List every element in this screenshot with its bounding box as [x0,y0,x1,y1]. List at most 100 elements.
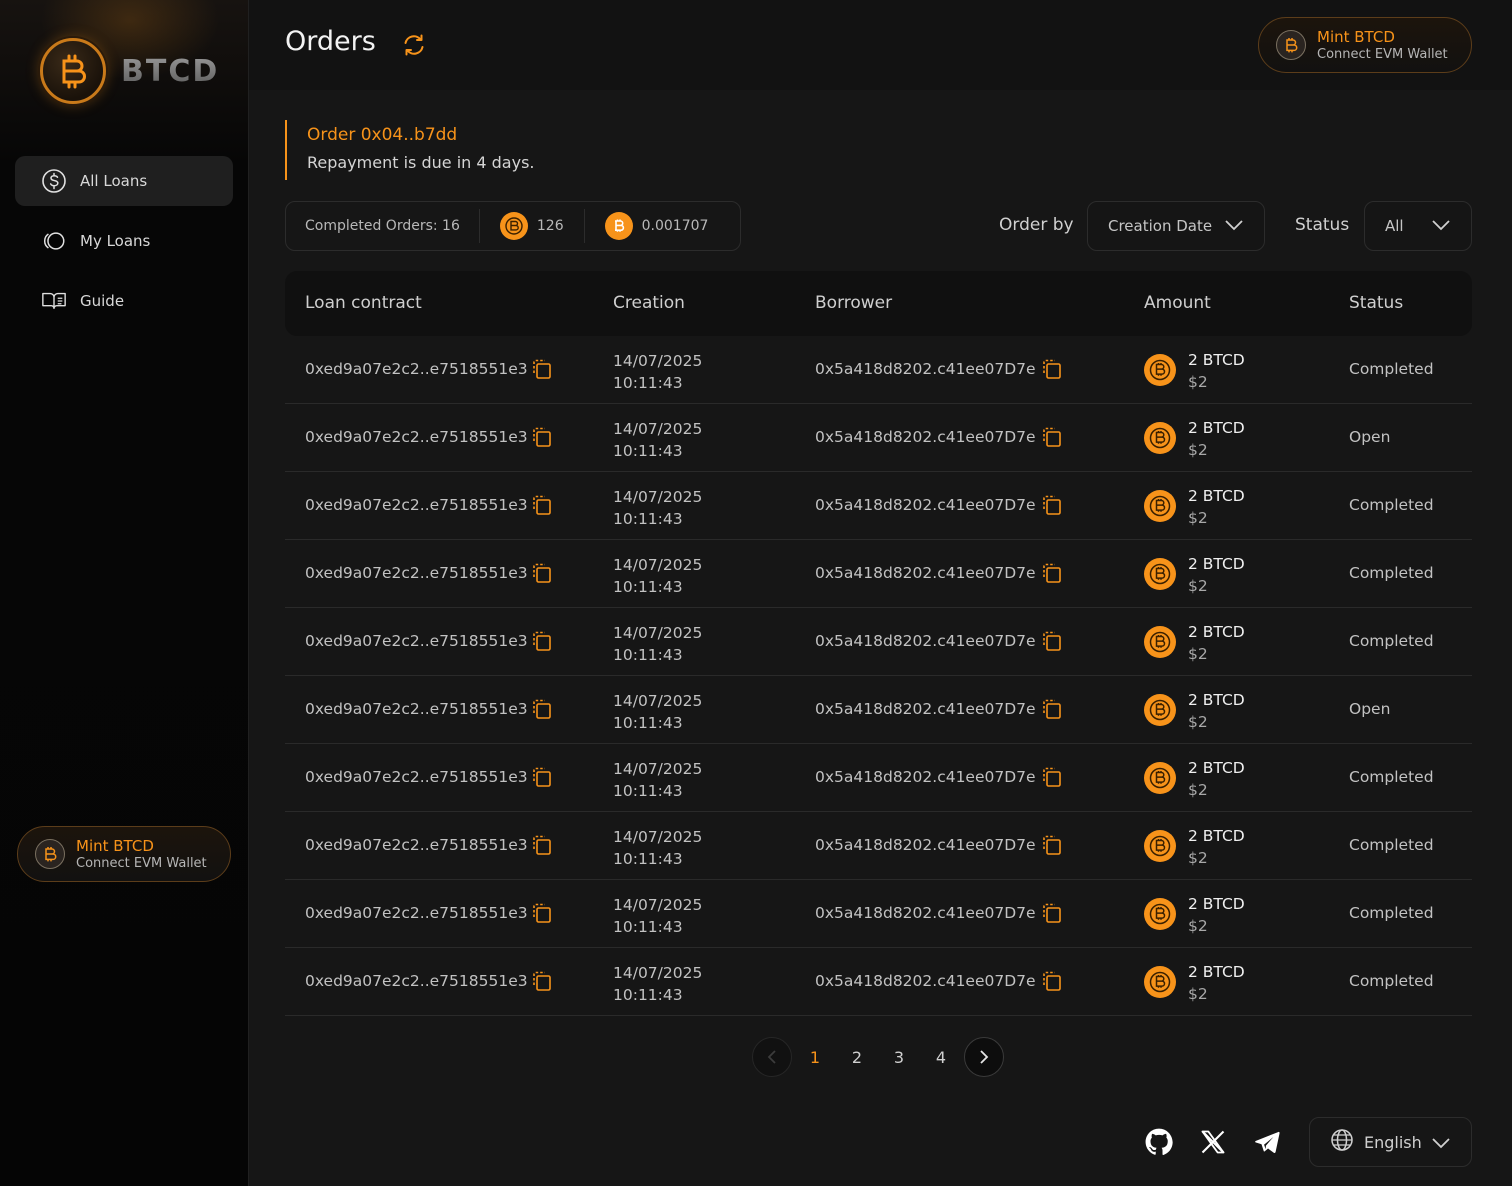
copy-icon[interactable] [531,630,553,652]
borrower-address[interactable]: 0x5a418d8202.c41ee07D7e [815,768,1036,786]
borrower-address[interactable]: 0x5a418d8202.c41ee07D7e [815,360,1036,378]
copy-icon[interactable] [1041,698,1063,720]
amount-usd: $2 [1188,781,1208,799]
sidebar-item-my-loans[interactable]: My Loans [15,216,233,266]
borrower-address[interactable]: 0x5a418d8202.c41ee07D7e [815,972,1036,990]
copy-icon[interactable] [531,562,553,584]
loan-amount: 2 BTCD $2 [1188,757,1245,801]
btcd-coin-icon [1144,830,1176,862]
borrower-address[interactable]: 0x5a418d8202.c41ee07D7e [815,428,1036,446]
next-page-button[interactable] [964,1037,1004,1077]
copy-icon[interactable] [531,698,553,720]
sidebar-item-guide[interactable]: Guide [15,276,233,326]
borrower-address[interactable]: 0x5a418d8202.c41ee07D7e [815,632,1036,650]
mint-btcd-header-button[interactable]: Mint BTCD Connect EVM Wallet [1258,17,1472,73]
page-title: Orders [285,26,376,57]
table-row[interactable]: 0xed9a07e2c2..e7518551e3 14/07/2025 10:1… [285,744,1472,812]
copy-icon[interactable] [1041,766,1063,788]
loan-contract-address[interactable]: 0xed9a07e2c2..e7518551e3 [305,768,528,786]
copy-icon[interactable] [1041,562,1063,584]
copy-icon[interactable] [1041,834,1063,856]
notice-title[interactable]: Order 0x04..b7dd [307,125,685,145]
table-row[interactable]: 0xed9a07e2c2..e7518551e3 14/07/2025 10:1… [285,676,1472,744]
loan-contract-address[interactable]: 0xed9a07e2c2..e7518551e3 [305,904,528,922]
table-row[interactable]: 0xed9a07e2c2..e7518551e3 14/07/2025 10:1… [285,336,1472,404]
btcd-coin-icon [1144,762,1176,794]
loan-contract-address[interactable]: 0xed9a07e2c2..e7518551e3 [305,564,528,582]
copy-icon[interactable] [1041,902,1063,924]
copy-icon[interactable] [531,358,553,380]
copy-icon[interactable] [1041,358,1063,380]
creation-datetime: 14/07/2025 10:11:43 [613,486,702,530]
page-2-button[interactable]: 2 [836,1048,878,1067]
amount-btcd: 2 BTCD [1188,555,1245,573]
copy-icon[interactable] [1041,494,1063,516]
borrower-address[interactable]: 0x5a418d8202.c41ee07D7e [815,700,1036,718]
loan-contract-address[interactable]: 0xed9a07e2c2..e7518551e3 [305,632,528,650]
copy-icon[interactable] [531,902,553,924]
loan-amount: 2 BTCD $2 [1188,621,1245,665]
telegram-icon[interactable] [1253,1128,1281,1156]
creation-time: 10:11:43 [613,442,683,460]
chevron-left-icon [767,1050,776,1064]
copy-icon[interactable] [1041,630,1063,652]
chevron-down-icon [1431,218,1451,236]
creation-time: 10:11:43 [613,918,683,936]
copy-icon[interactable] [1041,970,1063,992]
status-select[interactable]: All [1364,201,1472,251]
copy-icon[interactable] [531,766,553,788]
copy-icon[interactable] [1041,426,1063,448]
amount-btcd: 2 BTCD [1188,827,1245,845]
amount-usd: $2 [1188,849,1208,867]
loan-contract-address[interactable]: 0xed9a07e2c2..e7518551e3 [305,700,528,718]
borrower-address[interactable]: 0x5a418d8202.c41ee07D7e [815,836,1036,854]
loan-contract-address[interactable]: 0xed9a07e2c2..e7518551e3 [305,360,528,378]
btcd-logo-icon [40,38,106,104]
sidebar-item-all-loans[interactable]: All Loans [15,156,233,206]
table-row[interactable]: 0xed9a07e2c2..e7518551e3 14/07/2025 10:1… [285,404,1472,472]
page-1-button[interactable]: 1 [794,1048,836,1067]
brand-logo[interactable]: BTCD [40,38,219,104]
notice-text: Repayment is due in 4 days. [307,153,535,172]
creation-datetime: 14/07/2025 10:11:43 [613,894,702,938]
loan-contract-address[interactable]: 0xed9a07e2c2..e7518551e3 [305,496,528,514]
book-icon [41,288,67,314]
mint-btcd-sidebar-button[interactable]: Mint BTCD Connect EVM Wallet [17,826,231,882]
copy-icon[interactable] [531,426,553,448]
language-select[interactable]: English [1309,1117,1472,1167]
copy-icon[interactable] [531,834,553,856]
table-row[interactable]: 0xed9a07e2c2..e7518551e3 14/07/2025 10:1… [285,608,1472,676]
creation-date: 14/07/2025 [613,760,703,778]
loan-contract-address[interactable]: 0xed9a07e2c2..e7518551e3 [305,428,528,446]
column-header-borrower: Borrower [815,293,893,313]
amount-btcd: 2 BTCD [1188,623,1245,641]
creation-time: 10:11:43 [613,646,683,664]
amount-usd: $2 [1188,441,1208,459]
page-4-button[interactable]: 4 [920,1048,962,1067]
github-icon[interactable] [1145,1128,1173,1156]
order-by-label: Order by [999,215,1074,235]
table-row[interactable]: 0xed9a07e2c2..e7518551e3 14/07/2025 10:1… [285,948,1472,1016]
loan-contract-address[interactable]: 0xed9a07e2c2..e7518551e3 [305,836,528,854]
table-row[interactable]: 0xed9a07e2c2..e7518551e3 14/07/2025 10:1… [285,472,1472,540]
page-3-button[interactable]: 3 [878,1048,920,1067]
order-by-select[interactable]: Creation Date [1087,201,1265,251]
borrower-address[interactable]: 0x5a418d8202.c41ee07D7e [815,496,1036,514]
copy-icon[interactable] [531,970,553,992]
completed-orders-count: Completed Orders: 16 [305,218,460,234]
creation-date: 14/07/2025 [613,828,703,846]
x-icon[interactable] [1199,1128,1227,1156]
refresh-icon[interactable] [401,32,427,58]
loan-status: Completed [1349,904,1434,922]
borrower-address[interactable]: 0x5a418d8202.c41ee07D7e [815,564,1036,582]
loan-contract-address[interactable]: 0xed9a07e2c2..e7518551e3 [305,972,528,990]
borrower-address[interactable]: 0x5a418d8202.c41ee07D7e [815,904,1036,922]
creation-datetime: 14/07/2025 10:11:43 [613,418,702,462]
table-row[interactable]: 0xed9a07e2c2..e7518551e3 14/07/2025 10:1… [285,540,1472,608]
table-row[interactable]: 0xed9a07e2c2..e7518551e3 14/07/2025 10:1… [285,812,1472,880]
loan-status: Completed [1349,768,1434,786]
copy-icon[interactable] [531,494,553,516]
loan-amount: 2 BTCD $2 [1188,553,1245,597]
table-row[interactable]: 0xed9a07e2c2..e7518551e3 14/07/2025 10:1… [285,880,1472,948]
prev-page-button[interactable] [752,1037,792,1077]
